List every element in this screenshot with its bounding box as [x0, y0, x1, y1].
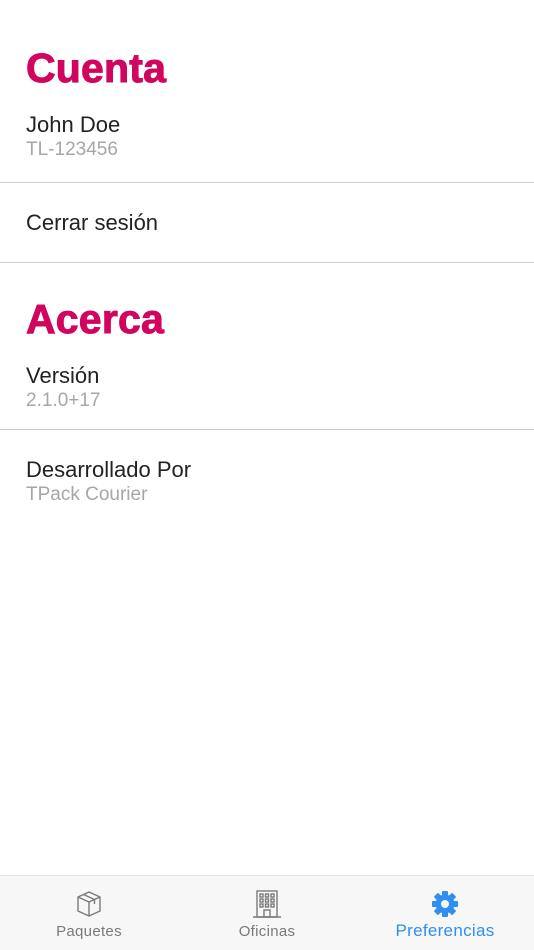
tab-preferencias[interactable]: Preferencias: [356, 876, 534, 950]
version-label: Versión: [26, 363, 100, 388]
version-row[interactable]: Versión 2.1.0+17: [0, 363, 534, 413]
account-section-title: Cuenta: [25, 45, 167, 91]
account-user-row[interactable]: John Doe TL-123456: [0, 112, 534, 162]
user-id: TL-123456: [26, 139, 118, 160]
tab-paquetes[interactable]: Paquetes: [0, 876, 178, 950]
tab-label: Paquetes: [56, 923, 122, 940]
logout-row[interactable]: Cerrar sesión: [0, 210, 534, 236]
tab-oficinas[interactable]: Oficinas: [178, 876, 356, 950]
package-icon: [77, 891, 101, 917]
user-name: John Doe: [26, 112, 121, 137]
about-section-title: Acerca: [26, 296, 165, 342]
tab-bar: Paquetes Oficinas Preferencias: [0, 875, 534, 950]
developer-label: Desarrollado Por: [26, 457, 192, 482]
tab-label: Oficinas: [238, 923, 296, 940]
divider: [0, 429, 534, 430]
office-building-icon: [253, 890, 281, 918]
gear-icon: [432, 891, 458, 917]
divider: [0, 262, 534, 263]
tab-label: Preferencias: [395, 921, 495, 940]
developer-row[interactable]: Desarrollado Por TPack Courier: [0, 457, 534, 507]
developer-value: TPack Courier: [26, 484, 148, 505]
preferences-screen: Cuenta John Doe TL-123456 Cerrar sesión …: [0, 0, 534, 950]
divider: [0, 182, 534, 183]
logout-label: Cerrar sesión: [26, 210, 159, 235]
version-value: 2.1.0+17: [26, 390, 101, 411]
